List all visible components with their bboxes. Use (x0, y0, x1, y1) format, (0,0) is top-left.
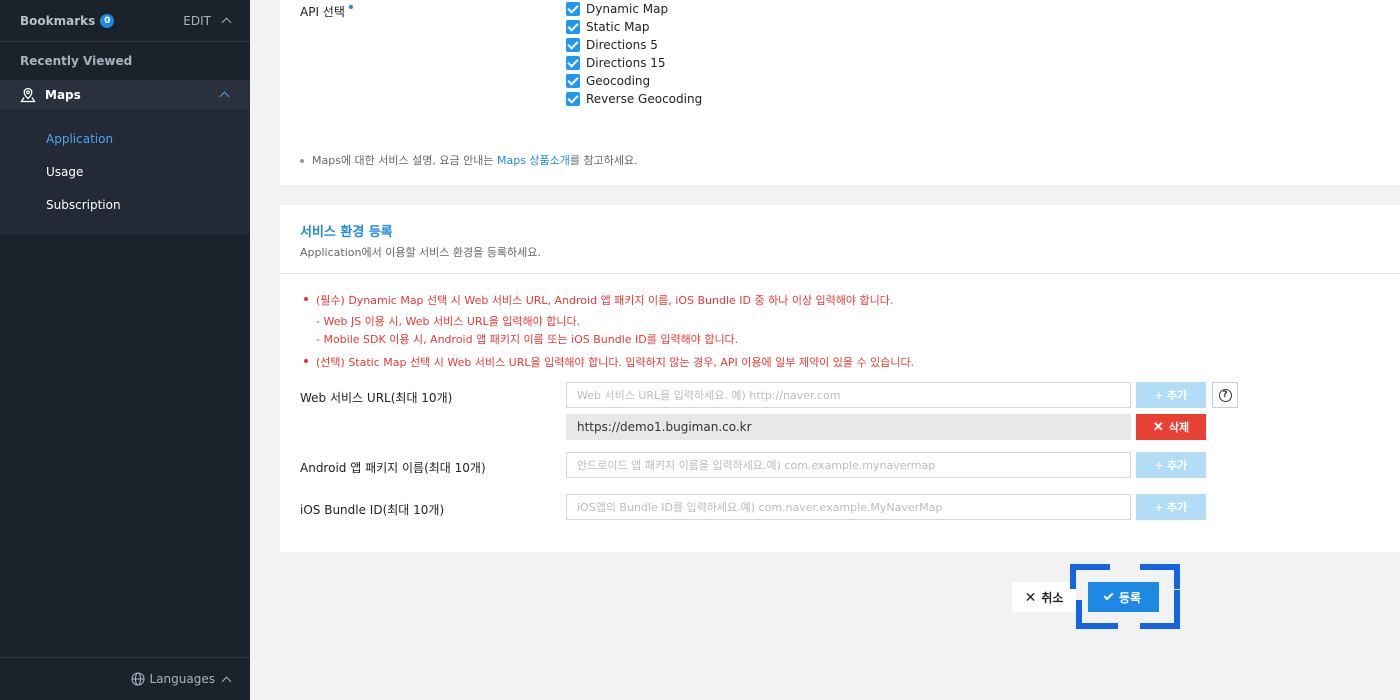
bullet-icon (304, 297, 308, 301)
web-url-delete-button[interactable]: ✕ 삭제 (1136, 414, 1206, 440)
api-option-label: Reverse Geocoding (586, 92, 703, 106)
api-option[interactable]: Dynamic Map (566, 0, 702, 18)
checkbox-checked-icon[interactable] (566, 92, 580, 106)
add-label: 추가 (1166, 502, 1188, 514)
web-url-add-button[interactable]: + 추가 (1136, 382, 1206, 408)
checkbox-checked-icon[interactable] (566, 56, 580, 70)
submit-label: 등록 (1118, 590, 1142, 605)
bullet-icon (300, 159, 304, 163)
sidebar-item-subscription[interactable]: Subscription (0, 188, 250, 221)
maps-note-suffix: 를 참고하세요. (569, 154, 638, 167)
section-title: 서비스 환경 등록 (300, 225, 393, 240)
bookmarks-edit-label: EDIT (183, 13, 211, 28)
chevron-up-icon[interactable] (219, 91, 230, 102)
api-option[interactable]: Directions 5 (566, 36, 702, 54)
api-option[interactable]: Reverse Geocoding (566, 90, 702, 108)
section-divider (280, 273, 1400, 274)
globe-icon (130, 672, 145, 686)
ios-bundle-input[interactable] (566, 494, 1131, 520)
cancel-label: 취소 (1041, 590, 1064, 605)
api-option[interactable]: Directions 15 (566, 54, 702, 72)
bookmarks-title: Bookmarks (20, 13, 96, 28)
api-option-label: Dynamic Map (586, 2, 669, 16)
maps-product-link[interactable]: Maps 상품소개 (497, 154, 570, 167)
api-select-label: API 선택 (300, 3, 353, 20)
sidebar-item-usage[interactable]: Usage (0, 155, 250, 188)
required-dot-icon (348, 5, 353, 9)
api-option-label: Directions 5 (586, 38, 658, 52)
bookmarks-header[interactable]: Bookmarks 0 EDIT (0, 0, 250, 42)
api-option[interactable]: Geocoding (566, 72, 702, 90)
registered-web-url: https://demo1.bugiman.co.kr (566, 414, 1131, 440)
plus-icon: + (1154, 499, 1163, 515)
focus-corner-top-right (1140, 564, 1180, 589)
close-icon: ✕ (1024, 588, 1037, 605)
note-sub-mobile: - Mobile SDK 이용 시, Android 앱 패키지 이름 또는 i… (316, 333, 739, 346)
section-description: Application에서 이용할 서비스 환경을 등록하세요. (300, 246, 541, 259)
checkbox-checked-icon[interactable] (566, 38, 580, 52)
bookmarks-count-badge: 0 (100, 13, 115, 28)
focus-corner-bottom-left (1076, 600, 1118, 629)
check-icon (1103, 590, 1114, 601)
api-option-label: Static Map (586, 20, 650, 34)
map-pin-icon (20, 87, 36, 102)
focus-corner-top-left (1070, 564, 1110, 589)
cancel-button[interactable]: ✕ 취소 (1012, 582, 1076, 612)
web-url-label: Web 서비스 URL(최대 10개) (300, 391, 453, 405)
note-sub-web: - Web JS 이용 시, Web 서비스 URL을 입력해야 합니다. (316, 315, 581, 328)
sidebar: Bookmarks 0 EDIT Recently Viewed Maps Ap… (0, 0, 250, 700)
checkbox-checked-icon[interactable] (566, 2, 580, 16)
api-selection-panel: API 선택 Dynamic Map Static Map Directions… (280, 0, 1400, 185)
api-options: Dynamic Map Static Map Directions 5 Dire… (566, 0, 702, 108)
bookmarks-edit-button[interactable]: EDIT (183, 13, 232, 28)
api-option[interactable]: Static Map (566, 18, 702, 36)
bullet-icon (304, 359, 308, 363)
add-label: 추가 (1166, 460, 1188, 472)
sidebar-item-maps[interactable]: Maps (0, 80, 250, 109)
checkbox-checked-icon[interactable] (566, 74, 580, 88)
plus-icon: + (1154, 387, 1163, 403)
delete-label: 삭제 (1168, 422, 1190, 434)
sidebar-item-application[interactable]: Application (0, 122, 250, 155)
question-icon: ? (1218, 388, 1232, 402)
languages-selector[interactable]: Languages (0, 657, 250, 700)
android-package-input[interactable] (566, 452, 1131, 478)
note-required: (필수) Dynamic Map 선택 시 Web 서비스 URL, Andro… (316, 294, 894, 307)
android-add-button[interactable]: + 추가 (1136, 452, 1206, 478)
sidebar-item-maps-label: Maps (45, 87, 81, 102)
add-label: 추가 (1166, 390, 1188, 402)
help-button[interactable]: ? (1212, 382, 1238, 408)
maps-info-note: Maps에 대한 서비스 설명, 요금 안내는 Maps 상품소개를 참고하세요… (300, 152, 638, 168)
languages-label: Languages (149, 672, 215, 686)
maps-note-prefix: Maps에 대한 서비스 설명, 요금 안내는 (312, 154, 497, 167)
close-icon: ✕ (1152, 419, 1164, 434)
ios-bundle-label: iOS Bundle ID(최대 10개) (300, 503, 445, 517)
plus-icon: + (1154, 457, 1163, 473)
checkbox-checked-icon[interactable] (566, 20, 580, 34)
note-optional: (선택) Static Map 선택 시 Web 서비스 URL을 입력해야 합… (316, 356, 915, 369)
service-env-panel: 서비스 환경 등록 Application에서 이용할 서비스 환경을 등록하세… (280, 205, 1400, 552)
api-option-label: Geocoding (586, 74, 651, 88)
maps-submenu: Application Usage Subscription (0, 109, 250, 235)
api-option-label: Directions 15 (586, 56, 666, 70)
chevron-up-icon (221, 676, 232, 686)
android-package-label: Android 앱 패키지 이름(최대 10개) (300, 461, 486, 475)
web-url-input[interactable] (566, 382, 1131, 408)
focus-corner-bottom-right (1140, 590, 1180, 629)
chevron-up-icon[interactable] (221, 17, 232, 28)
ios-add-button[interactable]: + 추가 (1136, 494, 1206, 520)
api-select-label-text: API 선택 (300, 5, 345, 19)
recently-viewed[interactable]: Recently Viewed (0, 42, 250, 80)
